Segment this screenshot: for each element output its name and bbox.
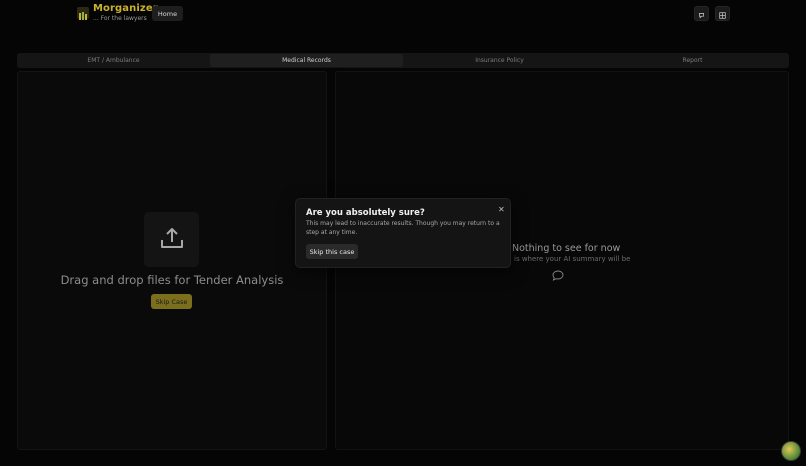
brand-subtitle: ... For the lawyers	[93, 15, 147, 22]
grid-icon	[719, 4, 726, 23]
drop-instructions: Drag and drop files for Tender Analysis	[60, 273, 284, 287]
skip-case-button[interactable]: Skip Case	[151, 294, 192, 309]
empty-state-subtitle: is where your AI summary will be	[514, 255, 631, 263]
grid-button[interactable]	[715, 6, 730, 21]
dialog-title: Are you absolutely sure?	[306, 208, 425, 218]
chat-button[interactable]	[694, 6, 709, 21]
tab-medical-records[interactable]: Medical Records	[210, 54, 403, 67]
close-icon[interactable]: ✕	[498, 205, 505, 214]
top-header: Morganizer ... For the lawyers Home	[0, 0, 806, 30]
brand-title[interactable]: Morganizer	[93, 3, 158, 14]
chat-bubble-icon	[552, 266, 564, 285]
logo-icon	[77, 7, 89, 20]
tab-report[interactable]: Report	[596, 53, 789, 68]
dialog-description: This may lead to inaccurate results. Tho…	[306, 220, 500, 236]
tab-emt-ambulance[interactable]: EMT / Ambulance	[17, 53, 210, 68]
empty-state-title: Nothing to see for now	[512, 243, 621, 254]
upload-icon	[159, 225, 185, 255]
tab-insurance-policy[interactable]: Insurance Policy	[403, 53, 596, 68]
confirm-dialog: Are you absolutely sure? This may lead t…	[295, 198, 511, 268]
home-button[interactable]: Home	[152, 6, 183, 21]
tab-bar: EMT / Ambulance Medical Records Insuranc…	[17, 53, 789, 68]
upload-dropzone[interactable]	[144, 212, 199, 267]
avatar[interactable]	[781, 441, 801, 461]
chat-icon	[698, 4, 705, 23]
skip-this-case-button[interactable]: Skip this case	[306, 244, 358, 259]
